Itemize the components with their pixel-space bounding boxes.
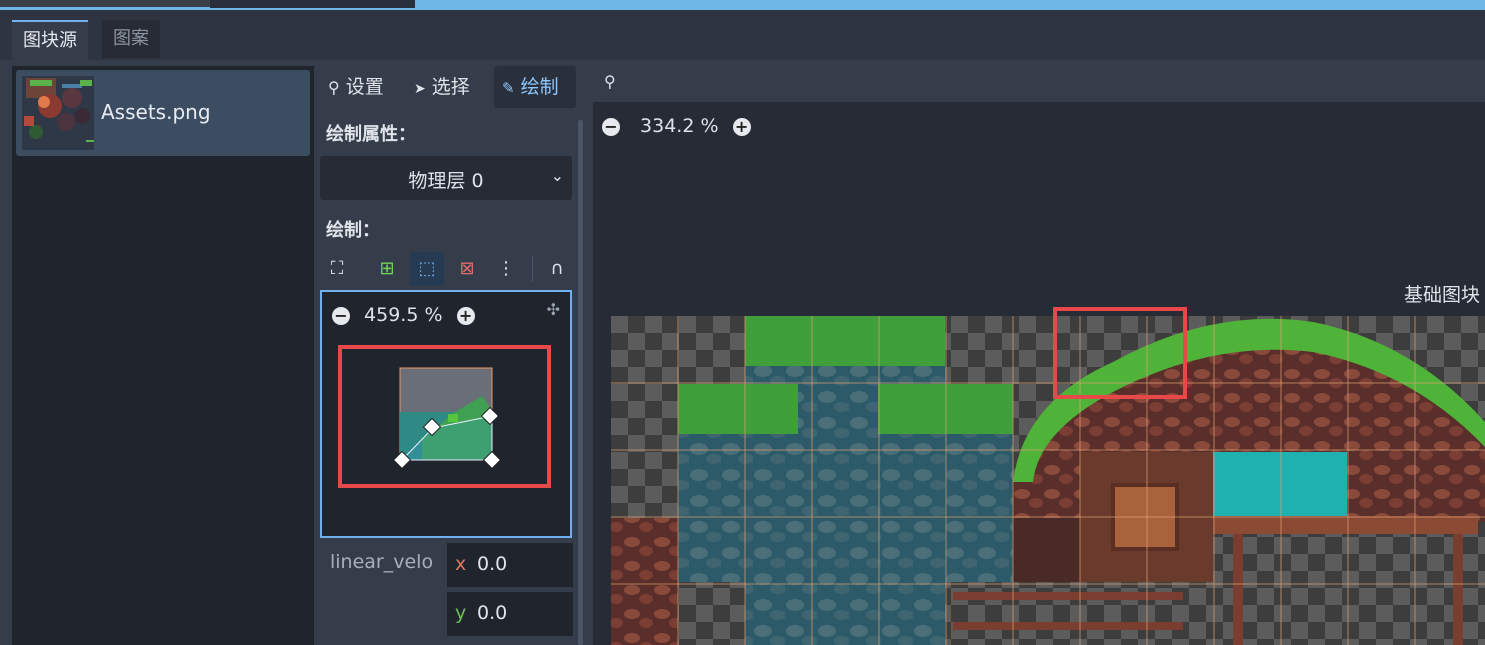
dropdown-value: 物理层 0 [408,170,484,192]
polygon-editor[interactable]: − 459.5 % + ✣ [320,290,572,538]
main-zoom-row: − 334.2 % + [602,115,751,137]
y-axis-label: y [455,602,467,624]
linear-velocity-y-field[interactable]: y 0.0 [447,592,573,636]
paint-button[interactable]: ✎ 绘制 [494,66,576,108]
main-zoom-value: 334.2 % [640,115,719,137]
zoom-out-icon[interactable]: − [602,117,620,136]
paint-label: 绘制 [520,76,559,98]
paint-label: 绘制： [326,220,380,241]
snap-icon[interactable]: ∩ [540,252,574,286]
cursor-icon: ➤ [414,81,426,97]
fit-view-icon[interactable]: ⛶ [320,252,354,286]
linear-velocity-label: linear_velo [330,551,434,573]
paint-properties-label: 绘制属性： [326,124,416,145]
list-item-assets[interactable]: Assets.png [16,70,310,156]
add-point-icon[interactable]: ⊞ [370,252,404,286]
more-icon[interactable]: ⋮ [489,252,523,286]
x-axis-label: x [455,553,467,575]
atlas-canvas[interactable] [593,102,1485,645]
select-label: 选择 [431,76,470,98]
x-value: 0.0 [477,553,508,575]
inspector-scrollbar[interactable] [578,120,583,645]
panel-separator [585,60,593,645]
wrench-icon: ⚲ [328,78,340,97]
physics-layer-dropdown[interactable]: 物理层 0 ⌄ [320,156,572,200]
toolbar-divider [532,256,533,282]
tile-source-list: Assets.png [12,66,314,645]
tab-tile-sources[interactable]: 图块源 [12,20,88,60]
atlas-view[interactable]: − 334.2 % + [593,102,1485,645]
top-strip-mid [210,0,415,8]
tab-patterns[interactable]: 图案 [102,20,160,58]
linear-velocity-x-field[interactable]: x 0.0 [447,543,573,587]
zoom-in-icon[interactable]: + [732,117,751,136]
select-button[interactable]: ➤ 选择 [414,66,470,108]
remove-point-icon[interactable]: ⊠ [450,252,484,286]
edit-point-icon[interactable]: ⬚ [410,252,444,286]
settings-label: 设置 [345,76,384,98]
settings-button[interactable]: ⚲ 设置 [328,66,384,108]
editor-highlight-box [338,345,551,488]
brush-icon: ✎ [502,79,515,97]
pin-icon[interactable]: ⚲ [604,72,616,91]
top-strip [0,0,1485,10]
base-tiles-label: 基础图块 [1404,284,1481,306]
chevron-down-icon: ⌄ [550,166,564,185]
top-strip-dark [0,0,210,7]
asset-thumbnail [22,76,94,150]
asset-label: Assets.png [101,100,211,124]
y-value: 0.0 [477,602,508,624]
tab-bar: 图块源 图案 [0,10,1485,60]
